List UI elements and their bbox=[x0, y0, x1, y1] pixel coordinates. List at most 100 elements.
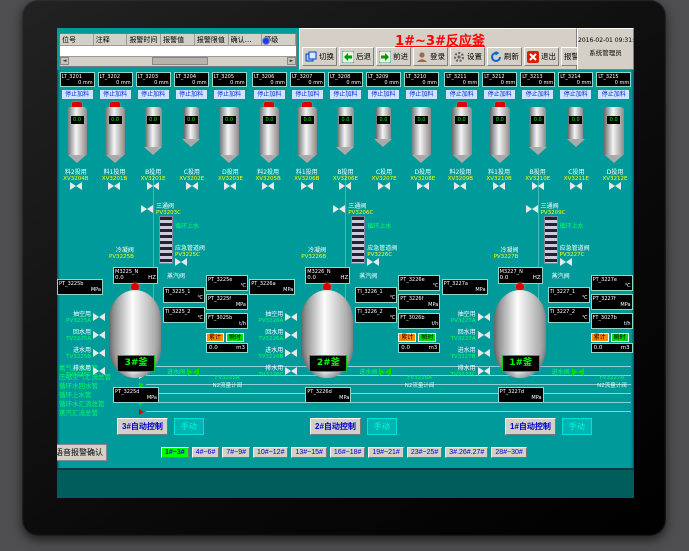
feed-valve-label: B投用 bbox=[530, 167, 546, 176]
exit-button[interactable]: 退出 bbox=[524, 47, 559, 66]
stop-feed-button[interactable]: 停止加料 bbox=[521, 89, 554, 100]
totalizer-instant-button[interactable]: 瞬时 bbox=[226, 333, 244, 342]
condense-valve[interactable]: 冷凝阀 PV3226B bbox=[301, 245, 326, 260]
page-button-3[interactable]: 10#~12# bbox=[253, 447, 288, 458]
agitator-freq-readout: M3227_N 0.0HZ bbox=[498, 267, 543, 284]
condense-valve[interactable]: 冷凝阀 PV3227B bbox=[494, 245, 519, 260]
scroll-right-icon[interactable]: ► bbox=[287, 57, 296, 65]
n2-flow-valve[interactable]: FV3226A N2流量计阀 bbox=[398, 375, 442, 389]
stop-feed-button[interactable]: 停止加料 bbox=[175, 89, 208, 100]
totalizer-instant-button[interactable]: 瞬时 bbox=[611, 333, 629, 342]
feed-valve-4[interactable]: D投用 XV3212E bbox=[596, 167, 634, 199]
auto-control-button-0[interactable]: 3#自动控制 bbox=[117, 418, 168, 435]
switch-button[interactable]: 切换 bbox=[302, 47, 337, 66]
stop-feed-button[interactable]: 停止加料 bbox=[559, 89, 592, 100]
back-button[interactable]: 后退 bbox=[339, 47, 374, 66]
totalizer-value: 0.0 bbox=[209, 345, 218, 351]
stop-feed-button[interactable]: 停止加料 bbox=[61, 89, 94, 100]
utility-valve-1[interactable]: 回水用 TV3226A bbox=[249, 327, 303, 342]
scroll-left-icon[interactable]: ◄ bbox=[60, 57, 69, 65]
stop-feed-button[interactable]: 停止加料 bbox=[367, 89, 400, 100]
auto-control-button-2[interactable]: 1#自动控制 bbox=[505, 418, 556, 435]
page-button-1[interactable]: 4#~6# bbox=[192, 447, 220, 458]
utility-valve-3[interactable]: 排水用 TV3226C bbox=[249, 363, 303, 378]
stop-feed-button[interactable]: 停止加料 bbox=[597, 89, 630, 100]
feed-valve-3[interactable]: C投用 XV3211E bbox=[558, 167, 596, 199]
login-button[interactable]: 登录 bbox=[413, 47, 448, 66]
stop-feed-button[interactable]: 停止加料 bbox=[213, 89, 246, 100]
utility-valve-3[interactable]: 排水用 TV3227C bbox=[442, 363, 496, 378]
totalizer-cumulative-button[interactable]: 累计 bbox=[591, 333, 609, 342]
voice-alarm-ack-button[interactable]: 语音报警确认 bbox=[57, 444, 107, 461]
instrument-unit: ℃ bbox=[208, 283, 246, 289]
feeder-tank: 0.0 bbox=[376, 107, 391, 139]
feeder-funnel bbox=[182, 139, 200, 147]
auto-control-button-1[interactable]: 2#自动控制 bbox=[310, 418, 361, 435]
feed-valve-2[interactable]: B投用 XV3201E bbox=[134, 167, 172, 199]
stop-feed-button[interactable]: 停止加料 bbox=[483, 89, 516, 100]
feed-valve-2[interactable]: B投用 XV3210E bbox=[519, 167, 557, 199]
page-button-6[interactable]: 19#~21# bbox=[368, 447, 403, 458]
emergency-pipe-valve[interactable]: 应急管道阀 PV3225C bbox=[175, 243, 205, 266]
feed-valve-label: B投用 bbox=[337, 167, 353, 176]
feed-valve-1[interactable]: 料1投用 XV3201B bbox=[96, 167, 134, 199]
three-way-valve[interactable]: 三通阀 PV3209C bbox=[526, 201, 566, 216]
totalizer-cumulative-button[interactable]: 累计 bbox=[206, 333, 224, 342]
stop-feed-button[interactable]: 停止加料 bbox=[253, 89, 286, 100]
alarm-table-scrollbar[interactable]: ◄ ► bbox=[60, 56, 296, 66]
page-button-2[interactable]: 7#~9# bbox=[222, 447, 250, 458]
condense-valve[interactable]: 冷凝阀 PV3225B bbox=[109, 245, 134, 260]
settings-button[interactable]: 设置 bbox=[450, 47, 485, 66]
feed-valve-4[interactable]: D投用 XV3203E bbox=[212, 167, 250, 199]
emergency-pipe-valve[interactable]: 应急管道阀 PV3226C bbox=[367, 243, 397, 266]
page-button-5[interactable]: 16#~18# bbox=[330, 447, 365, 458]
utility-valve-label: 排水用 bbox=[73, 363, 91, 372]
utility-valve-2[interactable]: 进水用 TV3226B bbox=[249, 345, 303, 360]
utility-valve-0[interactable]: 抽空用 PV3225A bbox=[57, 309, 111, 324]
water-inlet-valve[interactable]: 进水阀 bbox=[552, 367, 584, 376]
emergency-pipe-valve[interactable]: 应急管道阀 PV3227C bbox=[560, 243, 590, 266]
feed-valve-1[interactable]: 料1投用 XV3206B bbox=[288, 167, 326, 199]
n2-flow-valve[interactable]: FV3227A N2流量计阀 bbox=[590, 375, 634, 389]
feed-valve-3[interactable]: C投用 XV3207E bbox=[365, 167, 403, 199]
page-button-9[interactable]: 28#~30# bbox=[491, 447, 526, 458]
scrollbar-thumb[interactable] bbox=[152, 57, 208, 65]
totalizer-instant-button[interactable]: 瞬时 bbox=[418, 333, 436, 342]
page-button-8[interactable]: 3#.26#.27# bbox=[445, 447, 488, 458]
feed-valve-1[interactable]: 料1投用 XV3210B bbox=[480, 167, 518, 199]
stop-feed-button[interactable]: 停止加料 bbox=[405, 89, 438, 100]
utility-valve-2[interactable]: 进水用 TV3225B bbox=[57, 345, 111, 360]
stop-feed-button[interactable]: 停止加料 bbox=[291, 89, 324, 100]
utility-valve-2[interactable]: 进水用 TV3227B bbox=[442, 345, 496, 360]
feed-valve-0[interactable]: 料2投用 XV3205B bbox=[249, 167, 287, 199]
page-button-0[interactable]: 1#~3# bbox=[161, 447, 189, 458]
feed-valve-0[interactable]: 料2投用 XV3209B bbox=[442, 167, 480, 199]
utility-valve-0[interactable]: 抽空用 PV3227A bbox=[442, 309, 496, 324]
utility-valve-3[interactable]: 排水用 TV3225C bbox=[57, 363, 111, 378]
manual-button-1[interactable]: 手动 bbox=[367, 418, 397, 435]
manual-button-2[interactable]: 手动 bbox=[562, 418, 592, 435]
page-button-4[interactable]: 13#~15# bbox=[291, 447, 326, 458]
utility-valve-1[interactable]: 回水用 TV3225A bbox=[57, 327, 111, 342]
utility-valve-0[interactable]: 抽空用 PV3226A bbox=[249, 309, 303, 324]
n2-flow-valve[interactable]: FV3225A N2流量计阀 bbox=[205, 375, 249, 389]
manual-button-0[interactable]: 手动 bbox=[174, 418, 204, 435]
water-inlet-valve[interactable]: 进水阀 bbox=[359, 367, 391, 376]
stop-feed-button[interactable]: 停止加料 bbox=[329, 89, 362, 100]
three-way-valve[interactable]: 三通阀 PV3203C bbox=[141, 201, 181, 216]
feed-valve-2[interactable]: B投用 XV3206E bbox=[327, 167, 365, 199]
totalizer-cumulative-button[interactable]: 累计 bbox=[398, 333, 416, 342]
refresh-button[interactable]: 刷新 bbox=[487, 47, 522, 66]
three-way-valve[interactable]: 三通阀 PV3206C bbox=[333, 201, 373, 216]
feed-valve-4[interactable]: D投用 XV3208E bbox=[404, 167, 442, 199]
stop-feed-button[interactable]: 停止加料 bbox=[137, 89, 170, 100]
utility-valve-1[interactable]: 回水用 TV3227A bbox=[442, 327, 496, 342]
utility-valve-label: 进水用 bbox=[73, 345, 91, 354]
feed-valve-0[interactable]: 料2投用 XV3204B bbox=[57, 167, 95, 199]
water-inlet-valve[interactable]: 进水阀 bbox=[167, 367, 199, 376]
feed-valve-3[interactable]: C投用 XV3202E bbox=[173, 167, 211, 199]
stop-feed-button[interactable]: 停止加料 bbox=[445, 89, 478, 100]
stop-feed-button[interactable]: 停止加料 bbox=[99, 89, 132, 100]
page-button-7[interactable]: 23#~25# bbox=[407, 447, 442, 458]
forward-button[interactable]: 前进 bbox=[376, 47, 411, 66]
